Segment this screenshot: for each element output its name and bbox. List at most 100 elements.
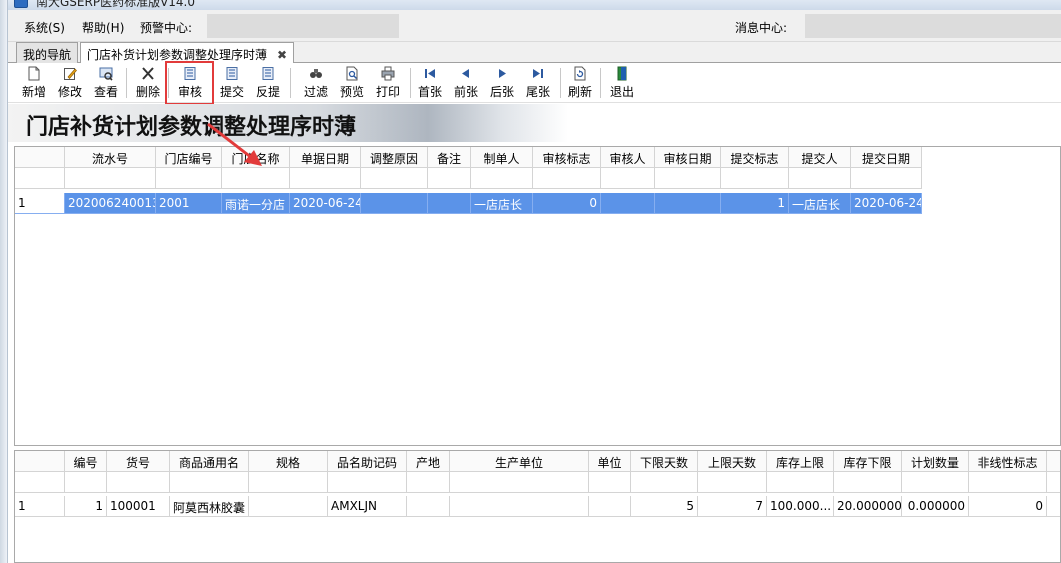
filter-cell[interactable] bbox=[65, 472, 107, 493]
column-header[interactable]: 编号 bbox=[65, 451, 107, 472]
column-header[interactable]: 备注 bbox=[428, 147, 471, 168]
column-header[interactable]: 审核日期 bbox=[655, 147, 721, 168]
cell-origin[interactable] bbox=[407, 496, 450, 517]
filter-cell[interactable] bbox=[767, 472, 834, 493]
column-header[interactable]: 库存下限 bbox=[834, 451, 902, 472]
unsubmit-button[interactable]: 反提 bbox=[252, 65, 284, 101]
first-record-button[interactable]: 首张 bbox=[414, 65, 446, 101]
edit-button[interactable]: 修改 bbox=[54, 65, 86, 101]
column-header[interactable]: 调整原因 bbox=[361, 147, 428, 168]
filter-cell[interactable] bbox=[533, 168, 601, 189]
filter-cell[interactable] bbox=[655, 168, 721, 189]
cell-store-name[interactable]: 雨诺一分店 bbox=[222, 193, 290, 214]
filter-cell[interactable] bbox=[969, 472, 1047, 493]
cell-adjust-reason[interactable] bbox=[361, 193, 428, 214]
submit-button[interactable]: 提交 bbox=[216, 65, 248, 101]
prev-record-button[interactable]: 前张 bbox=[450, 65, 482, 101]
cell-submitter[interactable]: 一店店长 bbox=[789, 193, 851, 214]
column-header[interactable]: 提交标志 bbox=[721, 147, 789, 168]
filter-cell[interactable] bbox=[156, 168, 222, 189]
column-header[interactable]: 产地 bbox=[407, 451, 450, 472]
column-header[interactable]: 制单人 bbox=[471, 147, 533, 168]
cell-max-days[interactable]: 7 bbox=[698, 496, 767, 517]
cell-creator[interactable]: 一店店长 bbox=[471, 193, 533, 214]
filter-cell[interactable] bbox=[361, 168, 428, 189]
filter-cell[interactable] bbox=[170, 472, 249, 493]
print-button[interactable]: 打印 bbox=[372, 65, 404, 101]
cell-remark[interactable] bbox=[428, 193, 471, 214]
column-header[interactable]: 规格 bbox=[249, 451, 328, 472]
filter-cell[interactable] bbox=[107, 472, 170, 493]
cell-spec[interactable] bbox=[249, 496, 328, 517]
filter-button[interactable]: 过滤 bbox=[300, 65, 332, 101]
cell-nonlinear-flag[interactable]: 0 bbox=[969, 496, 1047, 517]
column-header[interactable]: 门店名称 bbox=[222, 147, 290, 168]
close-icon[interactable]: ✖ bbox=[277, 48, 287, 62]
filter-cell[interactable] bbox=[249, 472, 328, 493]
cell-unit[interactable] bbox=[589, 496, 631, 517]
filter-cell[interactable] bbox=[1047, 472, 1060, 493]
filter-cell[interactable] bbox=[222, 168, 290, 189]
filter-cell[interactable] bbox=[789, 168, 851, 189]
filter-cell[interactable] bbox=[902, 472, 969, 493]
tab-replenishment-journal[interactable]: 门店补货计划参数调整处理序时薄 ✖ bbox=[80, 42, 295, 64]
cell-audit-date[interactable] bbox=[655, 193, 721, 214]
cell-goods-code[interactable]: 100001 bbox=[107, 496, 170, 517]
filter-cell[interactable] bbox=[601, 168, 655, 189]
filter-cell[interactable] bbox=[450, 472, 589, 493]
cell-plan-qty[interactable]: 0.000000 bbox=[902, 496, 969, 517]
cell-submit-flag[interactable]: 1 bbox=[721, 193, 789, 214]
cell-serial-no[interactable]: 202006240013 bbox=[65, 193, 156, 214]
cell-doc-date[interactable]: 2020-06-24 bbox=[290, 193, 361, 214]
column-header[interactable]: 门店编号 bbox=[156, 147, 222, 168]
cell-mnemonic[interactable]: AMXLJN bbox=[328, 496, 407, 517]
menu-alert-center[interactable]: 预警中心: bbox=[140, 19, 192, 36]
column-header[interactable]: 提交日期 bbox=[851, 147, 922, 168]
filter-cell[interactable] bbox=[428, 168, 471, 189]
cell-item-no[interactable]: 1 bbox=[65, 496, 107, 517]
filter-cell[interactable] bbox=[631, 472, 698, 493]
cell-min-days[interactable]: 5 bbox=[631, 496, 698, 517]
column-header[interactable]: 单据日期 bbox=[290, 147, 361, 168]
filter-cell[interactable] bbox=[65, 168, 156, 189]
filter-cell[interactable] bbox=[407, 472, 450, 493]
filter-cell[interactable] bbox=[589, 472, 631, 493]
cell-generic-name[interactable]: 阿莫西林胶囊 bbox=[170, 496, 249, 517]
filter-cell[interactable] bbox=[721, 168, 789, 189]
column-header[interactable]: 上限天数 bbox=[698, 451, 767, 472]
filter-cell[interactable] bbox=[328, 472, 407, 493]
column-header[interactable]: 流水号 bbox=[65, 147, 156, 168]
column-header[interactable]: 计划数量 bbox=[902, 451, 969, 472]
column-header[interactable]: 不 bbox=[1047, 451, 1060, 472]
column-header[interactable]: 货号 bbox=[107, 451, 170, 472]
exit-button[interactable]: 退出 bbox=[606, 65, 638, 101]
cell-stock-min[interactable]: 20.000000 bbox=[834, 496, 902, 517]
filter-cell[interactable] bbox=[290, 168, 361, 189]
new-button[interactable]: 新增 bbox=[18, 65, 50, 101]
filter-cell[interactable] bbox=[698, 472, 767, 493]
column-header[interactable]: 审核人 bbox=[601, 147, 655, 168]
refresh-button[interactable]: 刷新 bbox=[564, 65, 596, 101]
audit-button[interactable]: 审核 bbox=[174, 65, 206, 101]
delete-button[interactable]: 删除 bbox=[132, 65, 164, 101]
cell-audit-flag[interactable]: 0 bbox=[533, 193, 601, 214]
last-record-button[interactable]: 尾张 bbox=[522, 65, 554, 101]
menu-system[interactable]: 系统(S) bbox=[24, 19, 65, 36]
view-button[interactable]: 查看 bbox=[90, 65, 122, 101]
filter-cell[interactable] bbox=[471, 168, 533, 189]
cell-extra[interactable] bbox=[1047, 496, 1060, 517]
cell-stock-max[interactable]: 100.000... bbox=[767, 496, 834, 517]
tab-my-navigation[interactable]: 我的导航 bbox=[16, 42, 79, 63]
cell-auditor[interactable] bbox=[601, 193, 655, 214]
column-header[interactable]: 生产单位 bbox=[450, 451, 589, 472]
column-header[interactable]: 商品通用名 bbox=[170, 451, 249, 472]
cell-manufacturer[interactable] bbox=[450, 496, 589, 517]
column-header[interactable]: 单位 bbox=[589, 451, 631, 472]
filter-cell[interactable] bbox=[834, 472, 902, 493]
cell-store-code[interactable]: 2001 bbox=[156, 193, 222, 214]
preview-button[interactable]: 预览 bbox=[336, 65, 368, 101]
column-header[interactable]: 库存上限 bbox=[767, 451, 834, 472]
column-header[interactable]: 审核标志 bbox=[533, 147, 601, 168]
cell-submit-date[interactable]: 2020-06-24 bbox=[851, 193, 922, 214]
filter-cell[interactable] bbox=[851, 168, 922, 189]
